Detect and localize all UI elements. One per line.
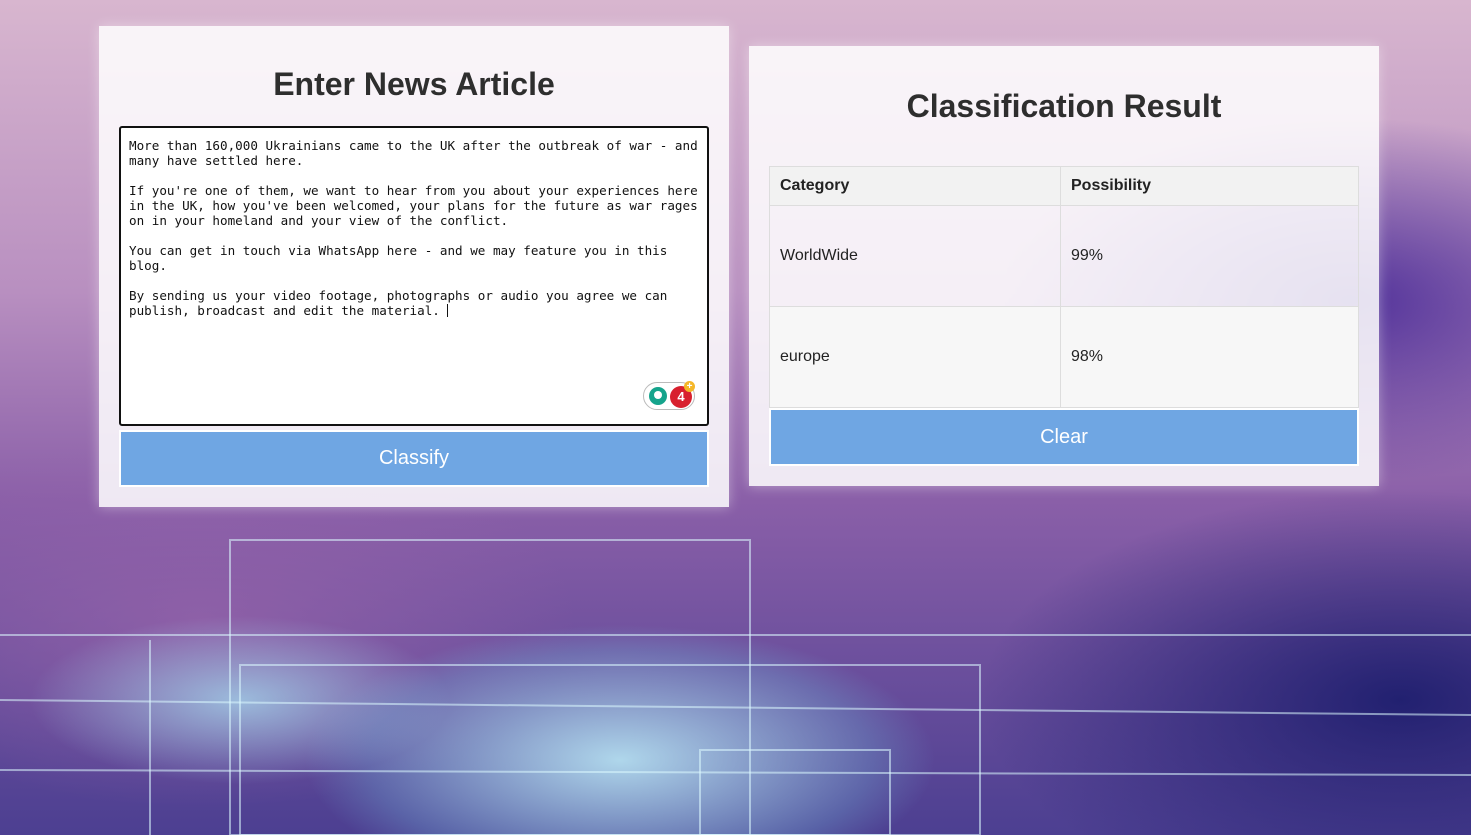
classify-button[interactable]: Classify	[119, 430, 709, 487]
clear-button[interactable]: Clear	[769, 408, 1359, 466]
plus-icon: +	[684, 381, 695, 392]
grammar-checker-badge[interactable]: 4 +	[643, 381, 695, 410]
table-row: WorldWide 99%	[769, 205, 1359, 307]
table-header-row: Category Possibility	[769, 166, 1359, 206]
result-table: Category Possibility WorldWide 99% europ…	[769, 166, 1359, 408]
lightbulb-icon[interactable]	[649, 387, 667, 405]
article-input-panel: Enter News Article More than 160,000 Ukr…	[99, 26, 729, 507]
input-panel-title: Enter News Article	[273, 66, 555, 102]
table-row: europe 98%	[769, 306, 1359, 408]
article-text-content: More than 160,000 Ukrainians came to the…	[129, 138, 698, 318]
possibility-cell: 98%	[1060, 306, 1359, 408]
category-cell: WorldWide	[769, 205, 1061, 307]
possibility-cell: 99%	[1060, 205, 1359, 307]
article-text[interactable]: More than 160,000 Ukrainians came to the…	[129, 138, 699, 318]
issue-count: 4	[677, 389, 685, 404]
text-cursor	[447, 304, 449, 317]
category-header: Category	[769, 166, 1061, 206]
possibility-header: Possibility	[1060, 166, 1359, 206]
classification-result-panel: Classification Result Category Possibili…	[749, 46, 1379, 486]
result-panel-title: Classification Result	[906, 88, 1222, 124]
article-textarea[interactable]: More than 160,000 Ukrainians came to the…	[119, 126, 709, 426]
category-cell: europe	[769, 306, 1061, 408]
issue-count-icon[interactable]: 4 +	[670, 381, 695, 408]
